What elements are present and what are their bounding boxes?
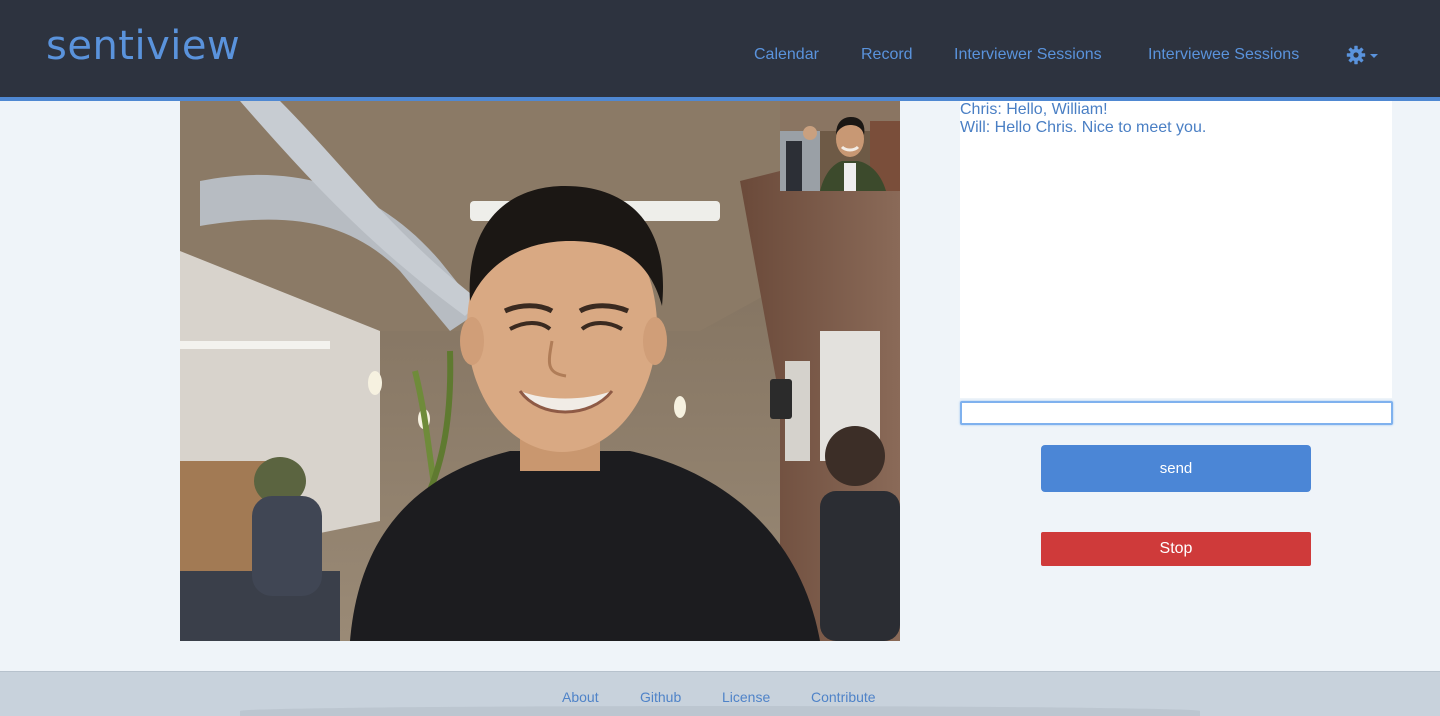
chat-input[interactable] (960, 401, 1393, 425)
nav-record[interactable]: Record (861, 43, 913, 67)
stop-button[interactable]: Stop (1041, 532, 1311, 566)
local-video-frame (780, 101, 900, 191)
caret-down-icon (1370, 54, 1378, 58)
brand-logo[interactable]: sentiview (46, 22, 240, 70)
chat-log: Chris: Hello, William! Will: Hello Chris… (960, 101, 1392, 398)
chat-message: Will: Hello Chris. Nice to meet you. (960, 119, 1207, 136)
footer-link-contribute[interactable]: Contribute (811, 688, 876, 706)
nav-calendar[interactable]: Calendar (754, 43, 819, 67)
settings-dropdown[interactable] (1346, 44, 1382, 66)
local-video[interactable] (780, 101, 900, 191)
footer-link-license[interactable]: License (722, 688, 770, 706)
gear-icon (1346, 45, 1366, 65)
nav-interviewee-sessions[interactable]: Interviewee Sessions (1148, 43, 1299, 67)
nav-interviewer-sessions[interactable]: Interviewer Sessions (954, 43, 1102, 67)
footer-link-about[interactable]: About (562, 688, 599, 706)
footer-shadow (240, 706, 1200, 716)
footer-link-github[interactable]: Github (640, 688, 681, 706)
send-button[interactable]: send (1041, 445, 1311, 492)
chat-message: Chris: Hello, William! (960, 101, 1108, 118)
